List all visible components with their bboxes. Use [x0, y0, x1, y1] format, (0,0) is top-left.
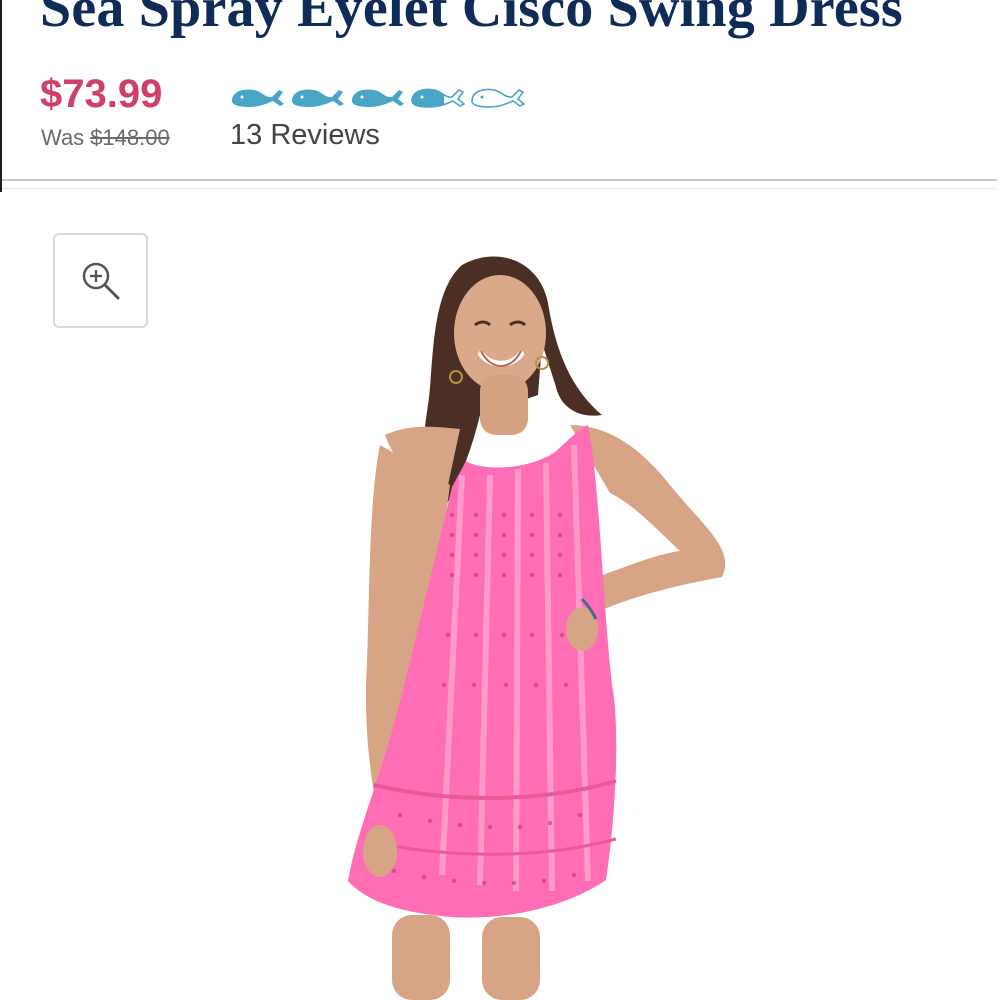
- zoom-button[interactable]: [53, 233, 148, 328]
- header-divider-secondary: [2, 188, 997, 189]
- whale-icon: [352, 89, 404, 107]
- product-title: Sea Spray Eyelet Cisco Swing Dress: [40, 0, 903, 39]
- product-photo[interactable]: [330, 255, 750, 1000]
- was-label: Was: [41, 125, 85, 150]
- original-price: $148.00: [90, 125, 170, 150]
- zoom-in-icon: [82, 262, 119, 299]
- whale-rating[interactable]: [230, 82, 526, 110]
- whale-icon: [471, 88, 526, 108]
- product-page: Sea Spray Eyelet Cisco Swing Dress $73.9…: [0, 0, 1000, 1000]
- whale-icon: [232, 89, 284, 107]
- left-border: [0, 0, 2, 192]
- original-price-line: Was $148.00: [41, 127, 170, 149]
- whale-icon: [411, 88, 466, 108]
- reviews-link[interactable]: 13 Reviews: [230, 119, 380, 152]
- whale-icon: [292, 89, 344, 107]
- sale-price: $73.99: [40, 72, 163, 116]
- header-divider: [2, 179, 997, 181]
